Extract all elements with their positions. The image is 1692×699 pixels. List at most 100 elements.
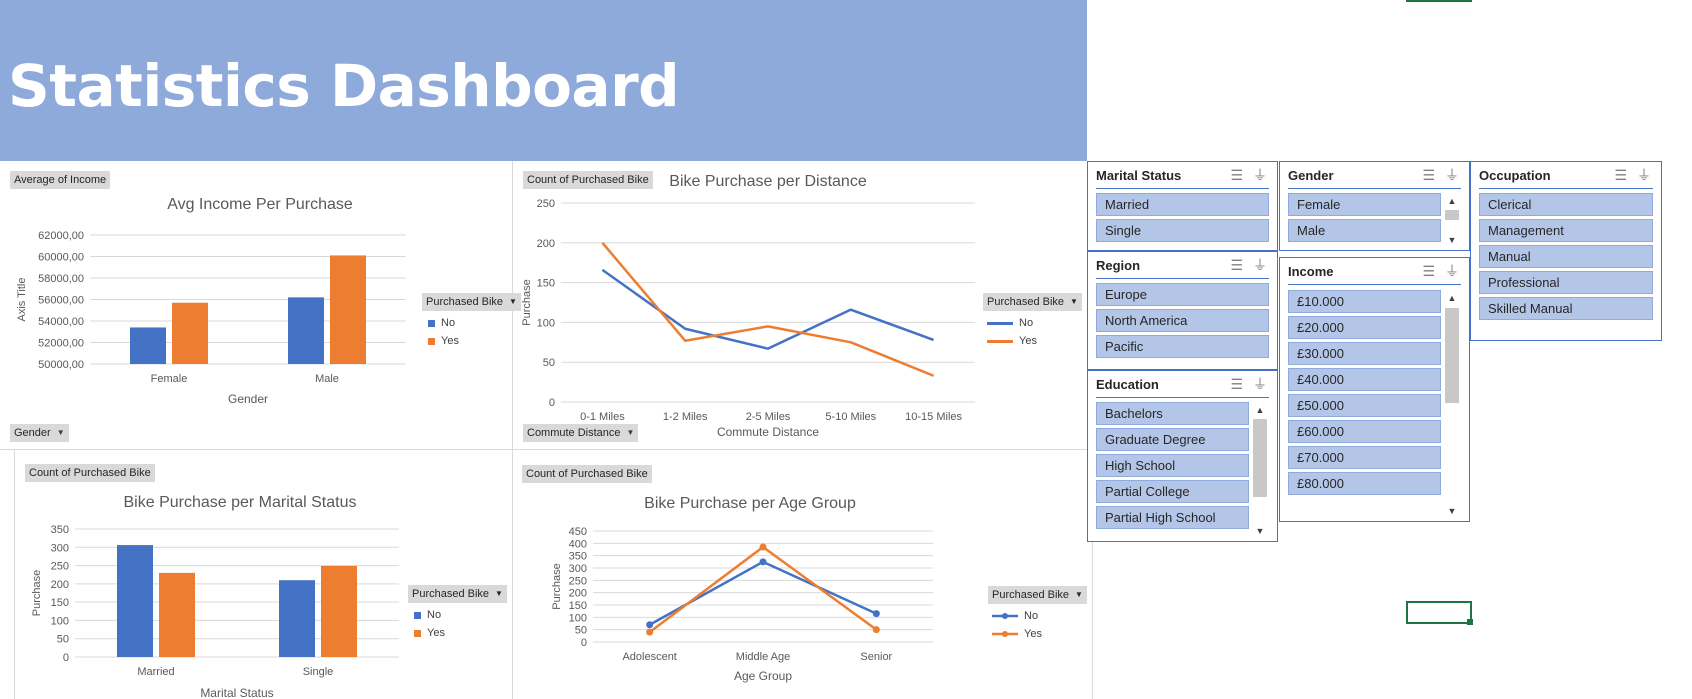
y-tick-label: 100 [537,317,555,329]
scrollbar-thumb[interactable] [1445,210,1459,220]
scroll-down-icon[interactable]: ▼ [1445,234,1459,246]
legend-distance[interactable]: Purchased Bike ▼ No Yes [983,293,1082,347]
slicer-gender[interactable]: Gender ☰ ⏚ Female Male ▲ ▼ [1279,161,1470,251]
bar-yes-single[interactable] [321,565,357,657]
legend-avg-income[interactable]: Purchased Bike ▼ No Yes [422,293,521,347]
slicer-item--20-000[interactable]: £20.000 [1288,316,1441,339]
slicer-item-high-school[interactable]: High School [1096,454,1249,477]
series-line-yes[interactable] [601,241,935,377]
pivot-value-field-count-age[interactable]: Count of Purchased Bike [522,465,652,483]
chart-bike-purchase-per-marital-status[interactable]: Bike Purchase per Marital Status 0 50 100 15… [15,488,415,699]
bar-no-male[interactable] [288,297,324,364]
bar-yes-male[interactable] [330,255,366,364]
y-tick-label: 250 [51,561,69,573]
bar-no-single[interactable] [279,580,315,657]
bar-yes-female[interactable] [172,302,208,364]
x-tick-label: Adolescent [622,651,676,663]
legend-title[interactable]: Purchased Bike ▼ [988,586,1087,604]
chart-bike-purchase-per-age-group[interactable]: Bike Purchase per Age Group 0501001502002… [513,488,963,699]
scroll-up-icon[interactable]: ▲ [1445,195,1459,207]
slicer-item--40-000[interactable]: £40.000 [1288,368,1441,391]
scrollbar-thumb[interactable] [1253,419,1267,497]
x-tick-label: 2-5 Miles [746,411,791,423]
slicer-item-partial-high-school[interactable]: Partial High School [1096,506,1249,529]
data-point-yes[interactable] [872,626,880,634]
slicer-item-europe[interactable]: Europe [1096,283,1269,306]
pivot-value-field-count-marital[interactable]: Count of Purchased Bike [25,464,155,482]
clear-filter-icon[interactable]: ⏚ [1445,261,1459,281]
series-line-no[interactable] [601,268,935,350]
slicer-item-pacific[interactable]: Pacific [1096,335,1269,358]
bar-yes-married[interactable] [159,572,195,657]
scroll-down-icon[interactable]: ▼ [1445,505,1459,517]
slicer-education[interactable]: Education ☰ ⏚ Bachelors Graduate Degree High … [1087,370,1278,542]
slicer-item-partial-college[interactable]: Partial College [1096,480,1249,503]
pivot-axis-field-gender[interactable]: Gender ▼ [10,424,69,442]
x-tick-label: Male [315,373,339,385]
x-tick-label: Senior [860,651,892,663]
x-tick-label: Married [137,666,174,678]
multi-select-icon[interactable]: ☰ [1230,257,1243,274]
y-tick-label: 0 [63,652,69,664]
slicer-item-skilled-manual[interactable]: Skilled Manual [1479,297,1653,320]
fill-handle[interactable] [1467,619,1473,625]
slicer-item-management[interactable]: Management [1479,219,1653,242]
scroll-up-icon[interactable]: ▲ [1253,404,1267,416]
y-tick-label: 60000,00 [38,252,84,264]
slicer-item-married[interactable]: Married [1096,193,1269,216]
slicer-item-north-america[interactable]: North America [1096,309,1269,332]
scrollbar-thumb[interactable] [1445,308,1459,403]
slicer-region[interactable]: Region ☰ ⏚ Europe North America Pacific [1087,251,1278,370]
data-point-no[interactable] [872,610,880,618]
slicer-occupation[interactable]: Occupation ☰ ⏚ Clerical Management Manual Prof… [1470,161,1662,341]
multi-select-icon[interactable]: ☰ [1230,167,1243,184]
slicer-item-clerical[interactable]: Clerical [1479,193,1653,216]
legend-title[interactable]: Purchased Bike ▼ [408,585,507,603]
legend-title[interactable]: Purchased Bike ▼ [422,293,521,311]
slicer-item--60-000[interactable]: £60.000 [1288,420,1441,443]
bar-no-female[interactable] [130,327,166,364]
slicer-item--30-000[interactable]: £30.000 [1288,342,1441,365]
slicer-item--10-000[interactable]: £10.000 [1288,290,1441,313]
clear-filter-icon[interactable]: ⏚ [1253,374,1267,394]
clear-filter-icon[interactable]: ⏚ [1253,165,1267,185]
legend-swatch [414,611,421,619]
y-tick-label: 250 [569,575,587,587]
slicer-item-graduate-degree[interactable]: Graduate Degree [1096,428,1249,451]
scroll-down-icon[interactable]: ▼ [1253,525,1267,537]
y-axis-label: Purchase [521,279,533,325]
slicer-item-manual[interactable]: Manual [1479,245,1653,268]
data-point-no[interactable] [646,621,654,629]
bar-no-married[interactable] [117,545,153,657]
active-cell-selector[interactable] [1406,601,1472,624]
slicer-marital-status[interactable]: Marital Status ☰ ⏚ Married Single [1087,161,1278,251]
slicer-item-bachelors[interactable]: Bachelors [1096,402,1249,425]
slicer-item-single[interactable]: Single [1096,219,1269,242]
multi-select-icon[interactable]: ☰ [1422,263,1435,280]
x-tick-label: Single [303,666,334,678]
slicer-item--80-000[interactable]: £80.000 [1288,472,1441,495]
slicer-income[interactable]: Income ☰ ⏚ £10.000 £20.000 £30.000 £40.000 £50.… [1279,257,1470,522]
multi-select-icon[interactable]: ☰ [1230,376,1243,393]
slicer-item-female[interactable]: Female [1288,193,1441,216]
multi-select-icon[interactable]: ☰ [1614,167,1627,184]
legend-marital[interactable]: Purchased Bike ▼ No Yes [408,585,507,639]
x-tick-label: 5-10 Miles [825,411,876,423]
slicer-item-male[interactable]: Male [1288,219,1441,242]
data-point-yes[interactable] [646,628,654,636]
data-point-no[interactable] [759,558,767,566]
slicer-item-professional[interactable]: Professional [1479,271,1653,294]
multi-select-icon[interactable]: ☰ [1422,167,1435,184]
slicer-item--50-000[interactable]: £50.000 [1288,394,1441,417]
clear-filter-icon[interactable]: ⏚ [1637,165,1651,185]
chart-bike-purchase-per-distance[interactable]: Bike Purchase per Distance 0 50 100 150 200 25… [513,166,975,439]
clear-filter-icon[interactable]: ⏚ [1445,165,1459,185]
data-point-yes[interactable] [759,543,767,551]
slicer-item--70-000[interactable]: £70.000 [1288,446,1441,469]
legend-line [987,321,1013,325]
clear-filter-icon[interactable]: ⏚ [1253,255,1267,275]
series-line-no[interactable] [649,560,877,626]
legend-title[interactable]: Purchased Bike ▼ [983,293,1082,311]
legend-age[interactable]: Purchased Bike ▼ No Yes [988,586,1087,640]
scroll-up-icon[interactable]: ▲ [1445,292,1459,304]
